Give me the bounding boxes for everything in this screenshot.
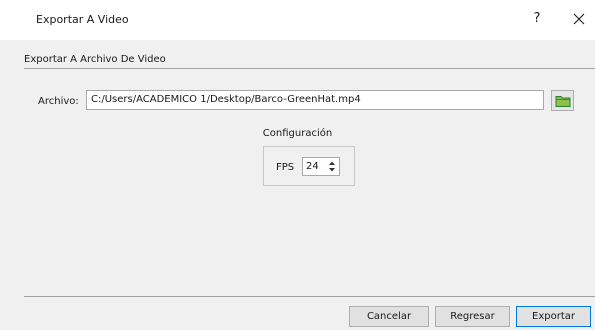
file-path-input[interactable]: C:/Users/ACADEMICO 1/Desktop/Barco-Green… bbox=[86, 90, 544, 110]
window-title: Exportar A Video bbox=[36, 13, 129, 26]
title-bar: Exportar A Video ? bbox=[0, 0, 595, 40]
export-video-dialog: Exportar A Video ? Exportar A Archivo De… bbox=[0, 0, 595, 330]
close-button[interactable] bbox=[568, 8, 590, 30]
export-button[interactable]: Exportar bbox=[516, 306, 591, 327]
bottom-divider bbox=[24, 296, 595, 297]
close-icon bbox=[573, 13, 585, 25]
config-title: Configuración bbox=[262, 128, 333, 139]
section-divider bbox=[24, 68, 595, 69]
spin-arrows-icon[interactable] bbox=[327, 159, 337, 174]
browse-button[interactable] bbox=[551, 90, 574, 111]
fps-spinbox[interactable]: 24 bbox=[302, 157, 340, 176]
help-button[interactable]: ? bbox=[526, 8, 548, 30]
section-title: Exportar A Archivo De Video bbox=[24, 54, 166, 65]
file-label: Archivo: bbox=[38, 96, 79, 107]
fps-value: 24 bbox=[306, 161, 319, 172]
back-button[interactable]: Regresar bbox=[435, 306, 510, 327]
folder-icon bbox=[555, 95, 570, 107]
cancel-button[interactable]: Cancelar bbox=[349, 306, 429, 327]
fps-label: FPS bbox=[276, 162, 295, 173]
config-group: FPS 24 bbox=[263, 146, 355, 186]
